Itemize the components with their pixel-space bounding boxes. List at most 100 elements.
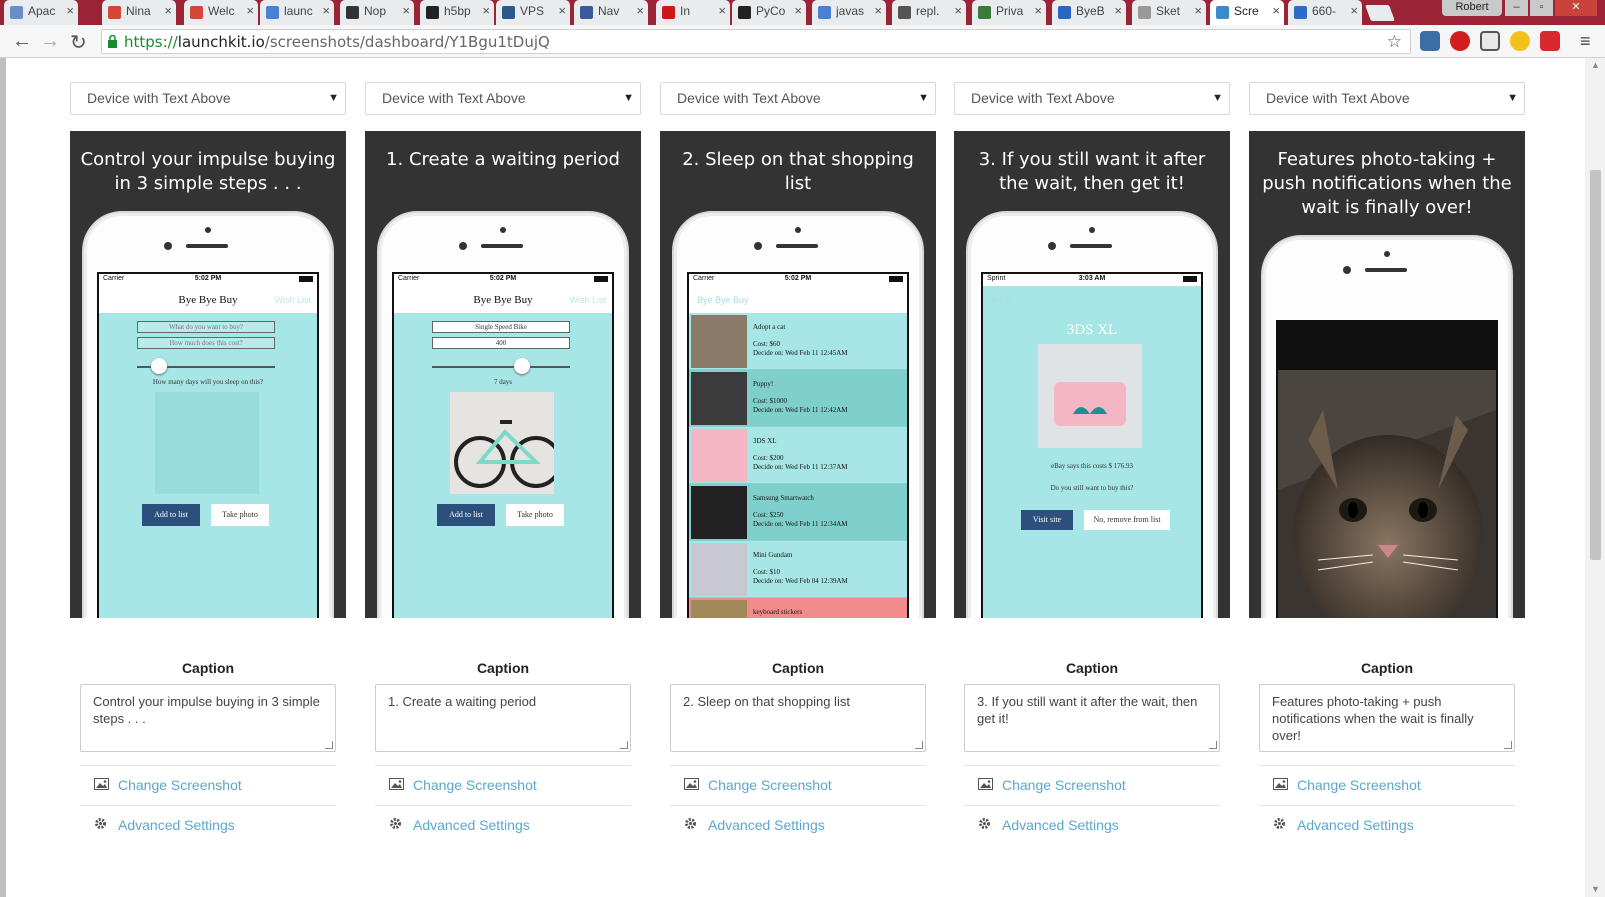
change-screenshot-link[interactable]: Change Screenshot — [1259, 765, 1515, 805]
resize-grip-icon[interactable] — [1209, 741, 1217, 749]
browser-tab[interactable]: ByeB × — [1052, 0, 1126, 25]
caption-textarea[interactable]: Features photo-taking + push notificatio… — [1259, 684, 1515, 752]
browser-tab[interactable]: VPS × — [496, 0, 570, 25]
screenshot-preview[interactable]: 1. Create a waiting period Carrier 5:02 PM… — [365, 131, 641, 618]
scroll-thumb[interactable] — [1590, 170, 1601, 560]
iphone-frame: Carrier 5:02 PM Bye Bye Buy Wish List Single… — [377, 211, 629, 618]
new-tab-button[interactable] — [1365, 5, 1395, 21]
url-text: https://launchkit.io/screenshots/dashboa… — [124, 33, 550, 51]
tab-favicon-icon — [502, 6, 515, 19]
resize-grip-icon[interactable] — [915, 741, 923, 749]
tab-close-icon[interactable]: × — [482, 3, 490, 18]
resize-grip-icon[interactable] — [620, 741, 628, 749]
scroll-down-icon[interactable]: ▼ — [1591, 884, 1600, 894]
tab-close-icon[interactable]: × — [402, 3, 410, 18]
item-cost: Cost: $200 — [753, 454, 784, 462]
tab-close-icon[interactable]: × — [322, 3, 330, 18]
maximize-window-button[interactable]: ▫ — [1530, 0, 1553, 16]
browser-tab[interactable]: Nop × — [340, 0, 414, 25]
change-screenshot-link[interactable]: Change Screenshot — [964, 765, 1220, 805]
layout-select[interactable]: Device with Text Above ▼ — [365, 82, 641, 115]
gear-icon — [94, 817, 109, 829]
caption-textarea[interactable]: 2. Sleep on that shopping list — [670, 684, 926, 752]
tab-close-icon[interactable]: × — [1194, 3, 1202, 18]
back-icon[interactable]: ← — [12, 30, 32, 53]
browser-tab[interactable]: 660- × — [1288, 0, 1362, 25]
browser-tab[interactable]: In × — [656, 0, 730, 25]
tab-close-icon[interactable]: × — [1114, 3, 1122, 18]
item-decide-date: Decide on: Wed Feb 04 12:39AM — [753, 577, 848, 585]
change-screenshot-label: Change Screenshot — [118, 777, 242, 793]
browser-tab[interactable]: h5bp × — [420, 0, 494, 25]
reload-icon[interactable]: ↻ — [70, 30, 87, 55]
change-screenshot-link[interactable]: Change Screenshot — [80, 765, 336, 805]
browser-tab[interactable]: PyCo × — [732, 0, 806, 25]
tab-close-icon[interactable]: × — [1350, 3, 1358, 18]
browser-tab[interactable]: Sket × — [1132, 0, 1206, 25]
tab-close-icon[interactable]: × — [794, 3, 802, 18]
screenshot-preview[interactable]: Control your impulse buying in 3 simple … — [70, 131, 346, 618]
tab-close-icon[interactable]: × — [874, 3, 882, 18]
tab-close-icon[interactable]: × — [164, 3, 172, 18]
tab-close-icon[interactable]: × — [1272, 3, 1280, 18]
browser-tab[interactable]: Apac × — [4, 0, 78, 25]
screenshot-preview[interactable]: Features photo-taking + push notificatio… — [1249, 131, 1525, 618]
profile-button[interactable]: Robert — [1442, 0, 1502, 16]
browser-tab[interactable]: launc × — [260, 0, 334, 25]
scroll-up-icon[interactable]: ▲ — [1591, 60, 1600, 70]
tab-close-icon[interactable]: × — [558, 3, 566, 18]
browser-tab[interactable]: Nina × — [102, 0, 176, 25]
tab-favicon-icon — [1216, 6, 1229, 19]
minimize-window-button[interactable]: – — [1505, 0, 1528, 16]
change-screenshot-link[interactable]: Change Screenshot — [670, 765, 926, 805]
tab-title: Apac — [28, 4, 56, 18]
advanced-settings-link[interactable]: Advanced Settings — [670, 805, 926, 845]
item-thumbnail — [691, 429, 747, 482]
layout-select[interactable]: Device with Text Above ▼ — [70, 82, 346, 115]
extension-music-icon[interactable] — [1540, 31, 1560, 51]
layout-select[interactable]: Device with Text Above ▼ — [660, 82, 936, 115]
layout-select[interactable]: Device with Text Above ▼ — [1249, 82, 1525, 115]
resize-grip-icon[interactable] — [1504, 741, 1512, 749]
advanced-settings-link[interactable]: Advanced Settings — [375, 805, 631, 845]
advanced-settings-link[interactable]: Advanced Settings — [1259, 805, 1515, 845]
address-bar[interactable]: https://launchkit.io/screenshots/dashboa… — [101, 29, 1411, 54]
page-scrollbar[interactable]: ▲ ▼ — [1585, 58, 1605, 897]
tab-close-icon[interactable]: × — [718, 3, 726, 18]
tab-close-icon[interactable]: × — [246, 3, 254, 18]
tab-close-icon[interactable]: × — [66, 3, 74, 18]
tab-close-icon[interactable]: × — [1034, 3, 1042, 18]
advanced-settings-link[interactable]: Advanced Settings — [80, 805, 336, 845]
browser-tab[interactable]: Scre × — [1210, 0, 1284, 25]
chrome-menu-icon[interactable]: ≡ — [1580, 31, 1591, 52]
browser-tab[interactable]: Welc × — [184, 0, 258, 25]
advanced-settings-label: Advanced Settings — [708, 817, 825, 833]
bookmark-star-icon[interactable]: ☆ — [1387, 32, 1402, 52]
browser-tab[interactable]: Priva × — [972, 0, 1046, 25]
tab-favicon-icon — [426, 6, 439, 19]
close-window-button[interactable]: ✕ — [1555, 0, 1597, 16]
tab-title: PyCo — [756, 4, 786, 18]
change-screenshot-link[interactable]: Change Screenshot — [375, 765, 631, 805]
item-input: Single Speed Bike — [432, 321, 570, 333]
item-cost: Cost: $60 — [753, 340, 781, 348]
screenshot-preview[interactable]: 2. Sleep on that shopping list Carrier 5:0… — [660, 131, 936, 618]
resize-grip-icon[interactable] — [325, 741, 333, 749]
caption-textarea[interactable]: 3. If you still want it after the wait, … — [964, 684, 1220, 752]
extension-adblock-icon[interactable] — [1450, 31, 1470, 51]
gear-icon — [389, 817, 404, 829]
extension-play-icon[interactable] — [1510, 31, 1530, 51]
tab-close-icon[interactable]: × — [636, 3, 644, 18]
browser-tab[interactable]: javas × — [812, 0, 886, 25]
browser-tab[interactable]: Nav × — [574, 0, 648, 25]
screenshot-preview[interactable]: 3. If you still want it after the wait, … — [954, 131, 1230, 618]
cast-icon[interactable] — [1480, 31, 1500, 51]
caption-textarea[interactable]: 1. Create a waiting period — [375, 684, 631, 752]
layout-select[interactable]: Device with Text Above ▼ — [954, 82, 1230, 115]
forward-icon[interactable]: → — [40, 30, 60, 53]
advanced-settings-link[interactable]: Advanced Settings — [964, 805, 1220, 845]
caption-textarea[interactable]: Control your impulse buying in 3 simple … — [80, 684, 336, 752]
tab-close-icon[interactable]: × — [954, 3, 962, 18]
extension-translate-icon[interactable] — [1420, 31, 1440, 51]
browser-tab[interactable]: repl. × — [892, 0, 966, 25]
